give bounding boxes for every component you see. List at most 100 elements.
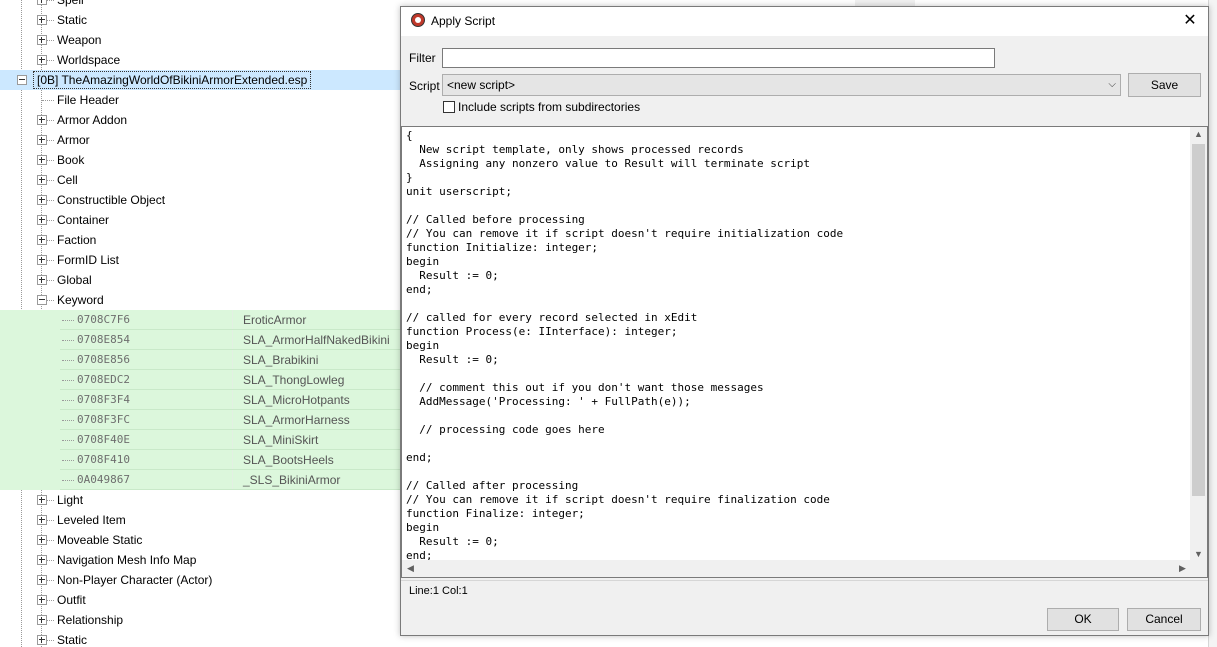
tree-row[interactable]: Non-Player Character (Actor) [0,570,400,590]
tree-row[interactable]: Outfit [0,590,400,610]
include-subdirectories-checkbox[interactable] [443,101,455,113]
tree-row[interactable]: Spell [0,0,400,10]
collapse-icon[interactable] [17,75,27,85]
collapse-icon[interactable] [37,295,47,305]
tree-row[interactable]: Relationship [0,610,400,630]
keyword-record-row[interactable]: 0708C7F6 EroticArmor [0,310,400,330]
expand-icon[interactable] [37,115,47,125]
tree-row[interactable]: Cell [0,170,400,190]
column-separator [232,310,233,330]
background-right-panel [1208,0,1217,647]
tree-item-label: Faction [57,233,97,247]
tree-connector [62,340,74,341]
tree-row[interactable]: Container [0,210,400,230]
tree-row[interactable]: Armor [0,130,400,150]
script-select[interactable]: <new script> ⌵ [442,74,1121,96]
keyword-record-row[interactable]: 0708F3F4 SLA_MicroHotpants [0,390,400,410]
tree-item-label: Keyword [57,293,104,307]
keyword-record-row[interactable]: 0708E856 SLA_Brabikini [0,350,400,370]
keyword-record-row[interactable]: 0708F3FC SLA_ArmorHarness [0,410,400,430]
tree-item-label: Global [57,273,92,287]
expand-icon[interactable] [37,615,47,625]
tree-row[interactable]: Faction [0,230,400,250]
expand-icon[interactable] [37,175,47,185]
tree-row[interactable]: Constructible Object [0,190,400,210]
tree-row[interactable]: Leveled Item [0,510,400,530]
tree-connector [62,400,74,401]
save-button[interactable]: Save [1128,73,1201,97]
tree-row[interactable]: FormID List [0,250,400,270]
expand-icon[interactable] [37,35,47,45]
expand-icon[interactable] [37,0,47,5]
tree-item-label: Navigation Mesh Info Map [57,553,197,567]
expand-icon[interactable] [37,215,47,225]
tree-row[interactable]: Light [0,490,400,510]
scroll-down-icon[interactable]: ▼ [1190,549,1207,559]
record-editor-id: SLA_ArmorHalfNakedBikini [243,333,390,347]
record-editor-id: EroticArmor [243,313,307,327]
tree-row[interactable]: Worldspace [0,50,400,70]
column-separator [232,430,233,450]
vertical-scrollbar[interactable]: ▲ ▼ [1190,127,1207,561]
record-formid: 0A049867 [77,473,130,486]
tree-row-plugin[interactable]: [0B] TheAmazingWorldOfBikiniArmorExtende… [0,70,400,90]
expand-icon[interactable] [37,195,47,205]
expand-icon[interactable] [37,595,47,605]
expand-icon[interactable] [37,275,47,285]
scroll-right-icon[interactable]: ▶ [1174,563,1191,574]
cancel-button[interactable]: Cancel [1127,608,1201,631]
expand-icon[interactable] [37,135,47,145]
tree-row[interactable]: Book [0,150,400,170]
record-formid: 0708F40E [77,433,130,446]
record-formid: 0708EDC2 [77,373,130,386]
tree-item-label: Weapon [57,33,102,47]
tree-row[interactable]: Weapon [0,30,400,50]
tree-row[interactable]: Moveable Static [0,530,400,550]
tree-item-label: Armor Addon [57,113,128,127]
tree-row[interactable]: Global [0,270,400,290]
scroll-up-icon[interactable]: ▲ [1190,129,1207,139]
expand-icon[interactable] [37,495,47,505]
dialog-titlebar[interactable]: Apply Script ✕ [401,7,1208,36]
expand-icon[interactable] [37,15,47,25]
expand-icon[interactable] [37,55,47,65]
tree-row[interactable]: Static [0,630,400,647]
column-separator [232,350,233,370]
horizontal-scrollbar[interactable]: ◀ ▶ [402,560,1191,577]
script-label: Script [409,79,440,93]
script-code[interactable]: { New script template, only shows proces… [406,129,1189,563]
expand-icon[interactable] [37,555,47,565]
scroll-left-icon[interactable]: ◀ [402,563,419,574]
xedit-app-icon [411,13,425,27]
ok-button[interactable]: OK [1047,608,1119,631]
filter-input[interactable] [442,48,995,68]
tree-item-label: Static [57,13,88,27]
tree-connector [62,360,74,361]
tree-row[interactable]: File Header [0,90,400,110]
expand-icon[interactable] [37,635,47,645]
keyword-record-row[interactable]: 0708F40E SLA_MiniSkirt [0,430,400,450]
script-editor[interactable]: { New script template, only shows proces… [401,126,1208,578]
expand-icon[interactable] [37,535,47,545]
expand-icon[interactable] [37,515,47,525]
tree-connector [62,320,74,321]
column-separator [232,470,233,490]
close-button[interactable]: ✕ [1180,11,1200,31]
tree-row[interactable]: Navigation Mesh Info Map [0,550,400,570]
record-formid: 0708F410 [77,453,130,466]
tree-row[interactable]: Armor Addon [0,110,400,130]
tree-row[interactable]: Keyword [0,290,400,310]
expand-icon[interactable] [37,255,47,265]
keyword-record-row[interactable]: 0A049867 _SLS_BikiniArmor [0,470,400,490]
tree-row[interactable]: Static [0,10,400,30]
tree-item-label: Outfit [57,593,86,607]
expand-icon[interactable] [37,155,47,165]
keyword-record-row[interactable]: 0708E854 SLA_ArmorHalfNakedBikini [0,330,400,350]
vertical-scroll-thumb[interactable] [1192,144,1205,496]
keyword-record-row[interactable]: 0708EDC2 SLA_ThongLowleg [0,370,400,390]
keyword-record-row[interactable]: 0708F410 SLA_BootsHeels [0,450,400,470]
expand-icon[interactable] [37,235,47,245]
expand-icon[interactable] [37,575,47,585]
record-tree[interactable]: Spell Static Weapon Worldspace [0B] TheAmazi… [0,0,400,647]
tree-connector [62,380,74,381]
